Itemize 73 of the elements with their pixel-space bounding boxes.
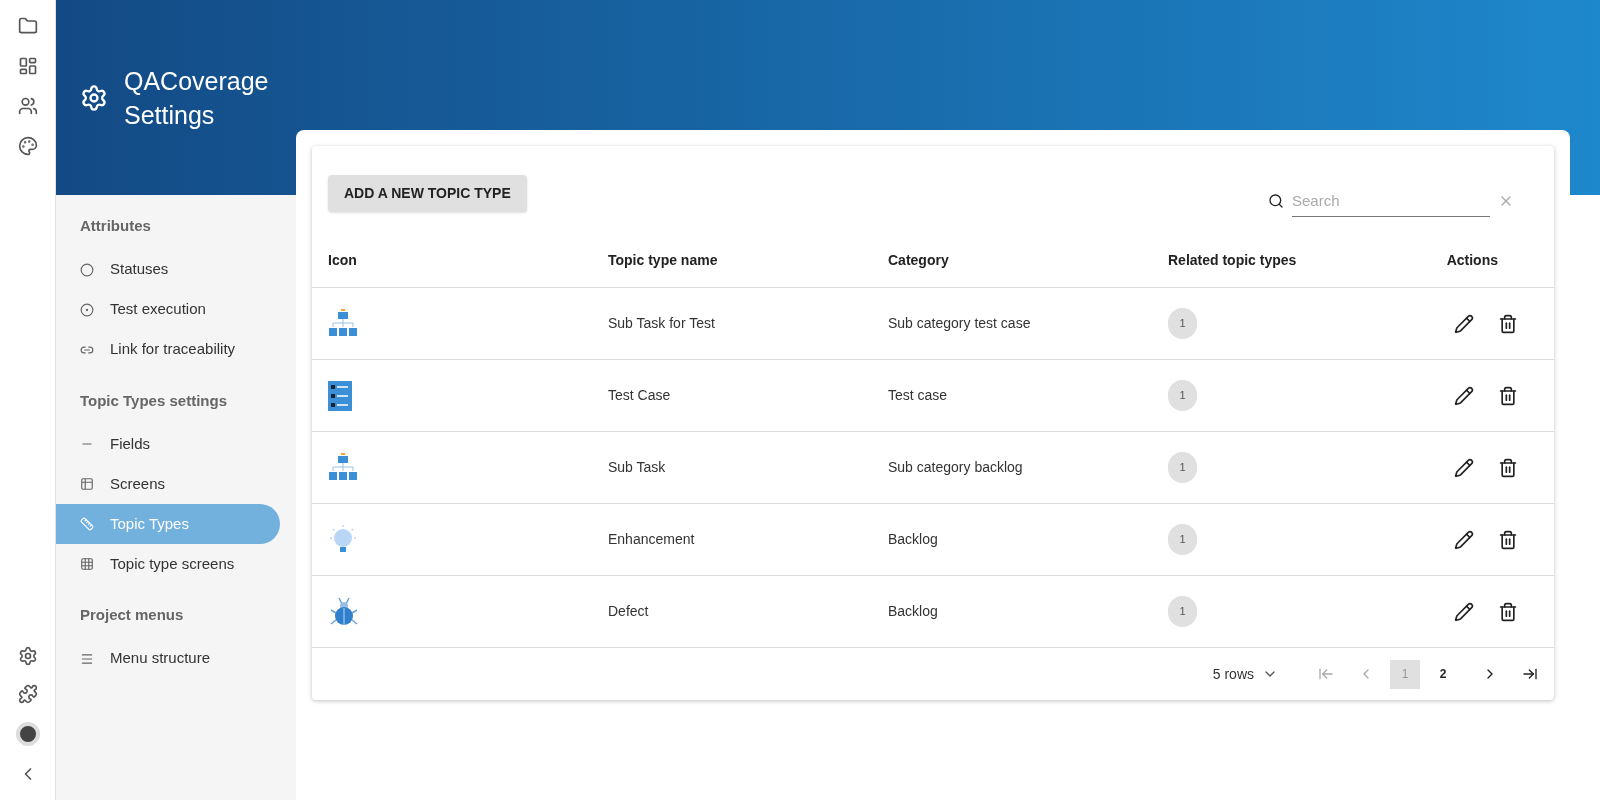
table-cell: Sub category backlog — [888, 459, 1023, 475]
table-cell: Backlog — [888, 531, 938, 547]
sidebar-item-label: Topic Types — [110, 513, 189, 534]
puzzle-icon[interactable] — [17, 684, 38, 704]
table-cell: Test Case — [608, 387, 671, 403]
edit-icon[interactable] — [1454, 457, 1474, 478]
column-header: Related topic types — [1168, 251, 1297, 268]
count-chip: 1 — [1168, 380, 1197, 411]
count-chip: 1 — [1168, 524, 1197, 555]
table-cell: Sub category test case — [888, 315, 1031, 331]
last-page-icon[interactable] — [1522, 666, 1538, 682]
radio-icon — [80, 302, 94, 317]
table-cell: Test case — [888, 387, 948, 403]
sidebar-item[interactable]: Topic type screens — [56, 544, 280, 584]
delete-icon[interactable] — [1498, 385, 1518, 406]
add-topic-type-button[interactable]: ADD A NEW TOPIC TYPE — [328, 174, 527, 212]
sidebar-item-label: Test execution — [110, 299, 206, 320]
avatar-icon[interactable] — [15, 722, 40, 746]
hierarchy-icon — [328, 308, 358, 339]
app-title: QACoverage — [124, 65, 269, 97]
sidebar-item[interactable]: Link for traceability — [56, 329, 280, 370]
sidebar-item-label: Screens — [110, 473, 166, 494]
table-cell: Defect — [608, 603, 649, 619]
settings-icon[interactable] — [17, 646, 38, 666]
sidebar-item-label: Link for traceability — [110, 339, 236, 360]
table-cell: Enhancement — [608, 531, 695, 547]
table-cell: Sub Task — [608, 459, 666, 475]
column-header: Icon — [328, 251, 357, 268]
column-header: Category — [888, 251, 949, 268]
palette-icon[interactable] — [17, 136, 38, 156]
edit-icon[interactable] — [1454, 385, 1474, 406]
table-icon — [80, 477, 94, 491]
search-field[interactable]: Search — [1292, 185, 1490, 217]
section-heading: Topic Types settings — [79, 390, 228, 411]
page-button[interactable]: 2 — [1428, 659, 1458, 689]
table-cell: Sub Task for Test — [608, 315, 715, 331]
edit-icon[interactable] — [1454, 313, 1474, 334]
page-title: Settings — [124, 99, 216, 131]
edit-icon[interactable] — [1454, 529, 1474, 550]
delete-icon[interactable] — [1498, 313, 1518, 334]
delete-icon[interactable] — [1498, 529, 1518, 550]
section-heading: Attributes — [79, 216, 152, 236]
sidebar-item[interactable]: Test execution — [56, 289, 280, 330]
sidebar-item-label: Statuses — [110, 259, 169, 280]
table-cell: Backlog — [888, 603, 938, 619]
ruler-icon — [80, 517, 94, 531]
section-heading: Project menus — [79, 605, 185, 625]
sidebar-item-label: Menu structure — [110, 648, 211, 669]
dashboard-icon[interactable] — [17, 56, 38, 76]
settings-icon — [80, 83, 108, 112]
hierarchy-icon — [328, 452, 358, 483]
search-icon — [1268, 193, 1284, 209]
sidebar-item[interactable]: Screens — [56, 464, 280, 504]
checklist-icon — [328, 380, 352, 411]
sidebar-item-label: Topic type screens — [110, 553, 235, 574]
sidebar-item-label: Fields — [110, 433, 150, 454]
count-chip: 1 — [1168, 596, 1197, 627]
delete-icon[interactable] — [1498, 457, 1518, 478]
rows-per-page-select[interactable]: 5 rows — [1212, 663, 1278, 685]
count-chip: 1 — [1168, 308, 1197, 339]
bug-icon — [328, 595, 360, 628]
column-header: Topic type name — [608, 251, 718, 268]
people-icon[interactable] — [17, 96, 38, 116]
menu-icon — [80, 651, 94, 666]
edit-icon[interactable] — [1454, 601, 1474, 622]
folder-icon[interactable] — [17, 16, 38, 36]
delete-icon[interactable] — [1498, 601, 1518, 622]
grid-icon — [80, 557, 94, 571]
count-chip: 1 — [1168, 452, 1197, 483]
sidebar-item[interactable]: Fields — [56, 424, 280, 464]
sidebar-item[interactable]: Menu structure — [56, 638, 280, 679]
column-header: Actions — [1446, 251, 1498, 268]
sidebar-item[interactable]: Statuses — [56, 249, 280, 290]
